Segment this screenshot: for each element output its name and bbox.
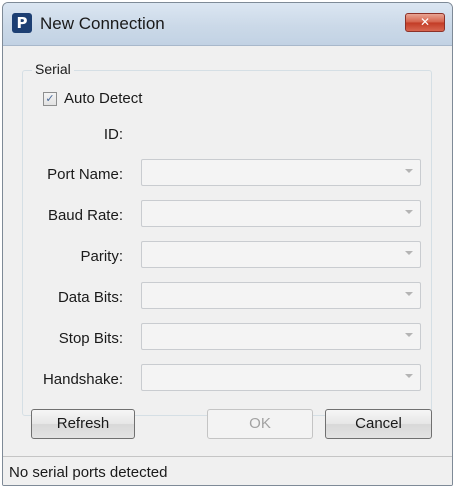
stop-bits-label: Stop Bits: bbox=[58, 330, 123, 347]
chevron-down-icon bbox=[405, 333, 413, 337]
parity-label: Parity: bbox=[80, 248, 123, 265]
data-bits-dropdown[interactable] bbox=[141, 282, 421, 309]
new-connection-dialog: P New Connection ✕ Serial ✓ Auto Detect … bbox=[2, 2, 453, 486]
chevron-down-icon bbox=[405, 374, 413, 378]
baud-rate-dropdown[interactable] bbox=[141, 200, 421, 227]
stop-bits-dropdown[interactable] bbox=[141, 323, 421, 350]
status-text: No serial ports detected bbox=[9, 464, 168, 481]
chevron-down-icon bbox=[405, 210, 413, 214]
app-logo-icon: P bbox=[12, 13, 32, 33]
parity-dropdown[interactable] bbox=[141, 241, 421, 268]
serial-group-label: Serial bbox=[32, 61, 74, 77]
title-bar[interactable]: P New Connection ✕ bbox=[3, 3, 452, 46]
port-name-dropdown[interactable] bbox=[141, 159, 421, 186]
id-label: ID: bbox=[103, 126, 123, 143]
auto-detect-checkbox[interactable]: ✓ bbox=[43, 92, 57, 106]
handshake-label: Handshake: bbox=[42, 371, 123, 388]
checkmark-icon: ✓ bbox=[45, 92, 55, 105]
baud-rate-label: Baud Rate: bbox=[47, 207, 123, 224]
chevron-down-icon bbox=[405, 169, 413, 173]
status-bar: No serial ports detected bbox=[3, 456, 452, 485]
ok-button[interactable]: OK bbox=[207, 409, 313, 439]
auto-detect-label[interactable]: Auto Detect bbox=[64, 90, 142, 107]
window-title: New Connection bbox=[40, 14, 165, 33]
cancel-button[interactable]: Cancel bbox=[325, 409, 432, 439]
chevron-down-icon bbox=[405, 251, 413, 255]
port-name-label: Port Name: bbox=[47, 166, 123, 183]
chevron-down-icon bbox=[405, 292, 413, 296]
data-bits-label: Data Bits: bbox=[57, 289, 123, 306]
dialog-body: Serial ✓ Auto Detect ID: Port Name: Baud… bbox=[3, 46, 452, 485]
close-icon: ✕ bbox=[419, 15, 431, 29]
handshake-dropdown[interactable] bbox=[141, 364, 421, 391]
refresh-button[interactable]: Refresh bbox=[31, 409, 135, 439]
close-button[interactable]: ✕ bbox=[405, 13, 445, 32]
